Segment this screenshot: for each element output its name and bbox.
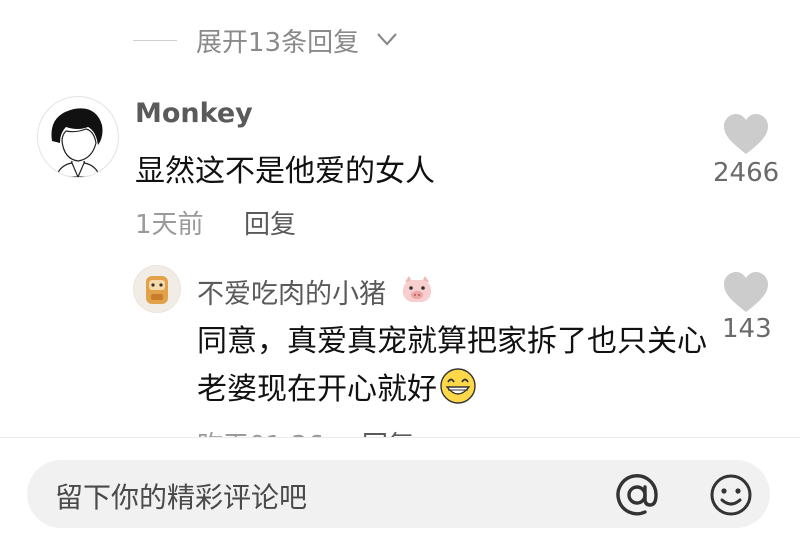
chevron-down-icon[interactable] — [375, 27, 399, 51]
avatar[interactable] — [37, 96, 119, 178]
expand-divider — [133, 40, 177, 41]
avatar-portrait — [51, 108, 103, 177]
reply-reply-button[interactable]: 回复 — [362, 425, 414, 437]
comment-input-placeholder: 留下你的精彩评论吧 — [55, 481, 308, 514]
comment-input[interactable]: 留下你的精彩评论吧 — [27, 460, 770, 528]
grin-emoji-icon — [440, 368, 476, 404]
reply-like-count: 143 — [722, 314, 772, 344]
pig-icon — [403, 276, 431, 302]
comment-text: 显然这不是他爱的女人 — [135, 154, 435, 189]
avatar-illustration — [146, 276, 168, 304]
heart-icon[interactable] — [722, 270, 770, 314]
at-icon[interactable] — [615, 473, 659, 517]
comment-time: 1天前 — [135, 210, 204, 240]
like-count: 2466 — [713, 158, 780, 188]
heart-icon[interactable] — [722, 112, 770, 156]
reply-text: 同意，真爱真宠就算把家拆了也只关心老婆现在开心就好 — [197, 318, 712, 414]
reply-time: 昨天01:36 — [197, 425, 324, 437]
reply-meta: 昨天01:36 回复 — [197, 425, 617, 437]
expand-replies-button[interactable]: 展开13条回复 — [196, 22, 359, 59]
emoji-icon[interactable] — [709, 473, 753, 517]
comment-reply-button[interactable]: 回复 — [244, 204, 296, 241]
reply-avatar[interactable] — [133, 265, 181, 313]
comment-composer-bar: 留下你的精彩评论吧 — [0, 437, 800, 535]
reply-username[interactable]: 不爱吃肉的小猪 — [197, 272, 386, 311]
comment-username[interactable]: Monkey — [135, 98, 253, 129]
